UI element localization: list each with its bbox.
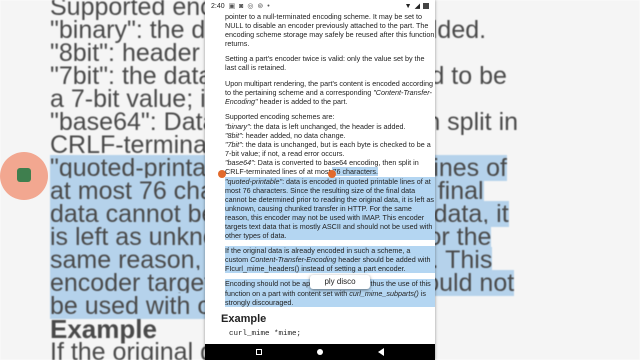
list-item: "7bit": the data is unchanged, but is ea… bbox=[225, 140, 435, 158]
link[interactable]: FIcurl_mime_headers() bbox=[225, 264, 299, 273]
code-line: curl_mime *mime; bbox=[229, 329, 302, 338]
status-bar: 2:40 ▣ ◙ ◎ ⊚ • ▼ ◢ bbox=[205, 0, 435, 12]
list-item: "binary": the data is left unchanged, th… bbox=[225, 122, 435, 131]
list-item-selected: "quoted-printable": data is encoded in q… bbox=[225, 176, 435, 241]
text: : Data is converted to base64 encoding, … bbox=[225, 158, 419, 177]
signal-icon: ◢ bbox=[414, 3, 420, 10]
text: header is added to the part. bbox=[257, 96, 348, 106]
paragraph-selected: If the original data is already encoded … bbox=[225, 246, 435, 274]
text: "quoted-printable" bbox=[225, 176, 283, 186]
link[interactable]: curl_mime_subparts() bbox=[349, 289, 419, 298]
text: header should be added with bbox=[336, 255, 431, 265]
text: : header added, no data change. bbox=[241, 131, 346, 141]
example-heading: Example bbox=[221, 312, 267, 325]
text-selection-popup[interactable]: ply disco bbox=[310, 275, 370, 289]
paragraph: pointer to a null-terminated encoding sc… bbox=[225, 12, 435, 49]
wifi-icon: ▼ bbox=[404, 2, 412, 10]
list-item: "8bit": header added, no data change. bbox=[225, 131, 435, 140]
battery-icon bbox=[423, 3, 429, 9]
phone-screen: 2:40 ▣ ◙ ◎ ⊚ • ▼ ◢ pointer to a null-ter… bbox=[205, 0, 435, 360]
paragraph: Setting a part's encoder twice is valid:… bbox=[225, 54, 425, 73]
text: "8bit" bbox=[225, 131, 242, 141]
status-right: ▼ ◢ bbox=[405, 2, 429, 10]
selected-text: 76 characters. bbox=[332, 167, 378, 177]
home-icon[interactable] bbox=[317, 349, 323, 355]
notification-icons: ▣ ◙ ◎ ⊚ • bbox=[228, 3, 271, 10]
paragraph: Supported encoding schemes are: bbox=[225, 111, 335, 121]
text: "7bit" bbox=[225, 140, 242, 150]
text: : the data is unchanged, but is each byt… bbox=[225, 140, 431, 159]
paragraph: Upon multipart rendering, the part's con… bbox=[225, 79, 435, 106]
text: "base64" bbox=[225, 158, 254, 168]
text: : data is encoded in quoted printable li… bbox=[225, 176, 434, 241]
text: : the data is left unchanged, the header… bbox=[249, 121, 406, 131]
text: instead of setting a part encoder. bbox=[299, 264, 406, 274]
selection-start-handle[interactable] bbox=[218, 170, 226, 178]
app-icon bbox=[17, 168, 31, 182]
recent-apps-icon[interactable] bbox=[256, 349, 262, 355]
selection-end-handle[interactable] bbox=[328, 170, 336, 178]
text: "binary" bbox=[225, 121, 250, 131]
status-time: 2:40 bbox=[211, 2, 225, 10]
back-icon[interactable] bbox=[378, 348, 384, 356]
text: Content-Transfer-Encoding bbox=[250, 255, 337, 265]
navigation-bar bbox=[205, 344, 435, 360]
